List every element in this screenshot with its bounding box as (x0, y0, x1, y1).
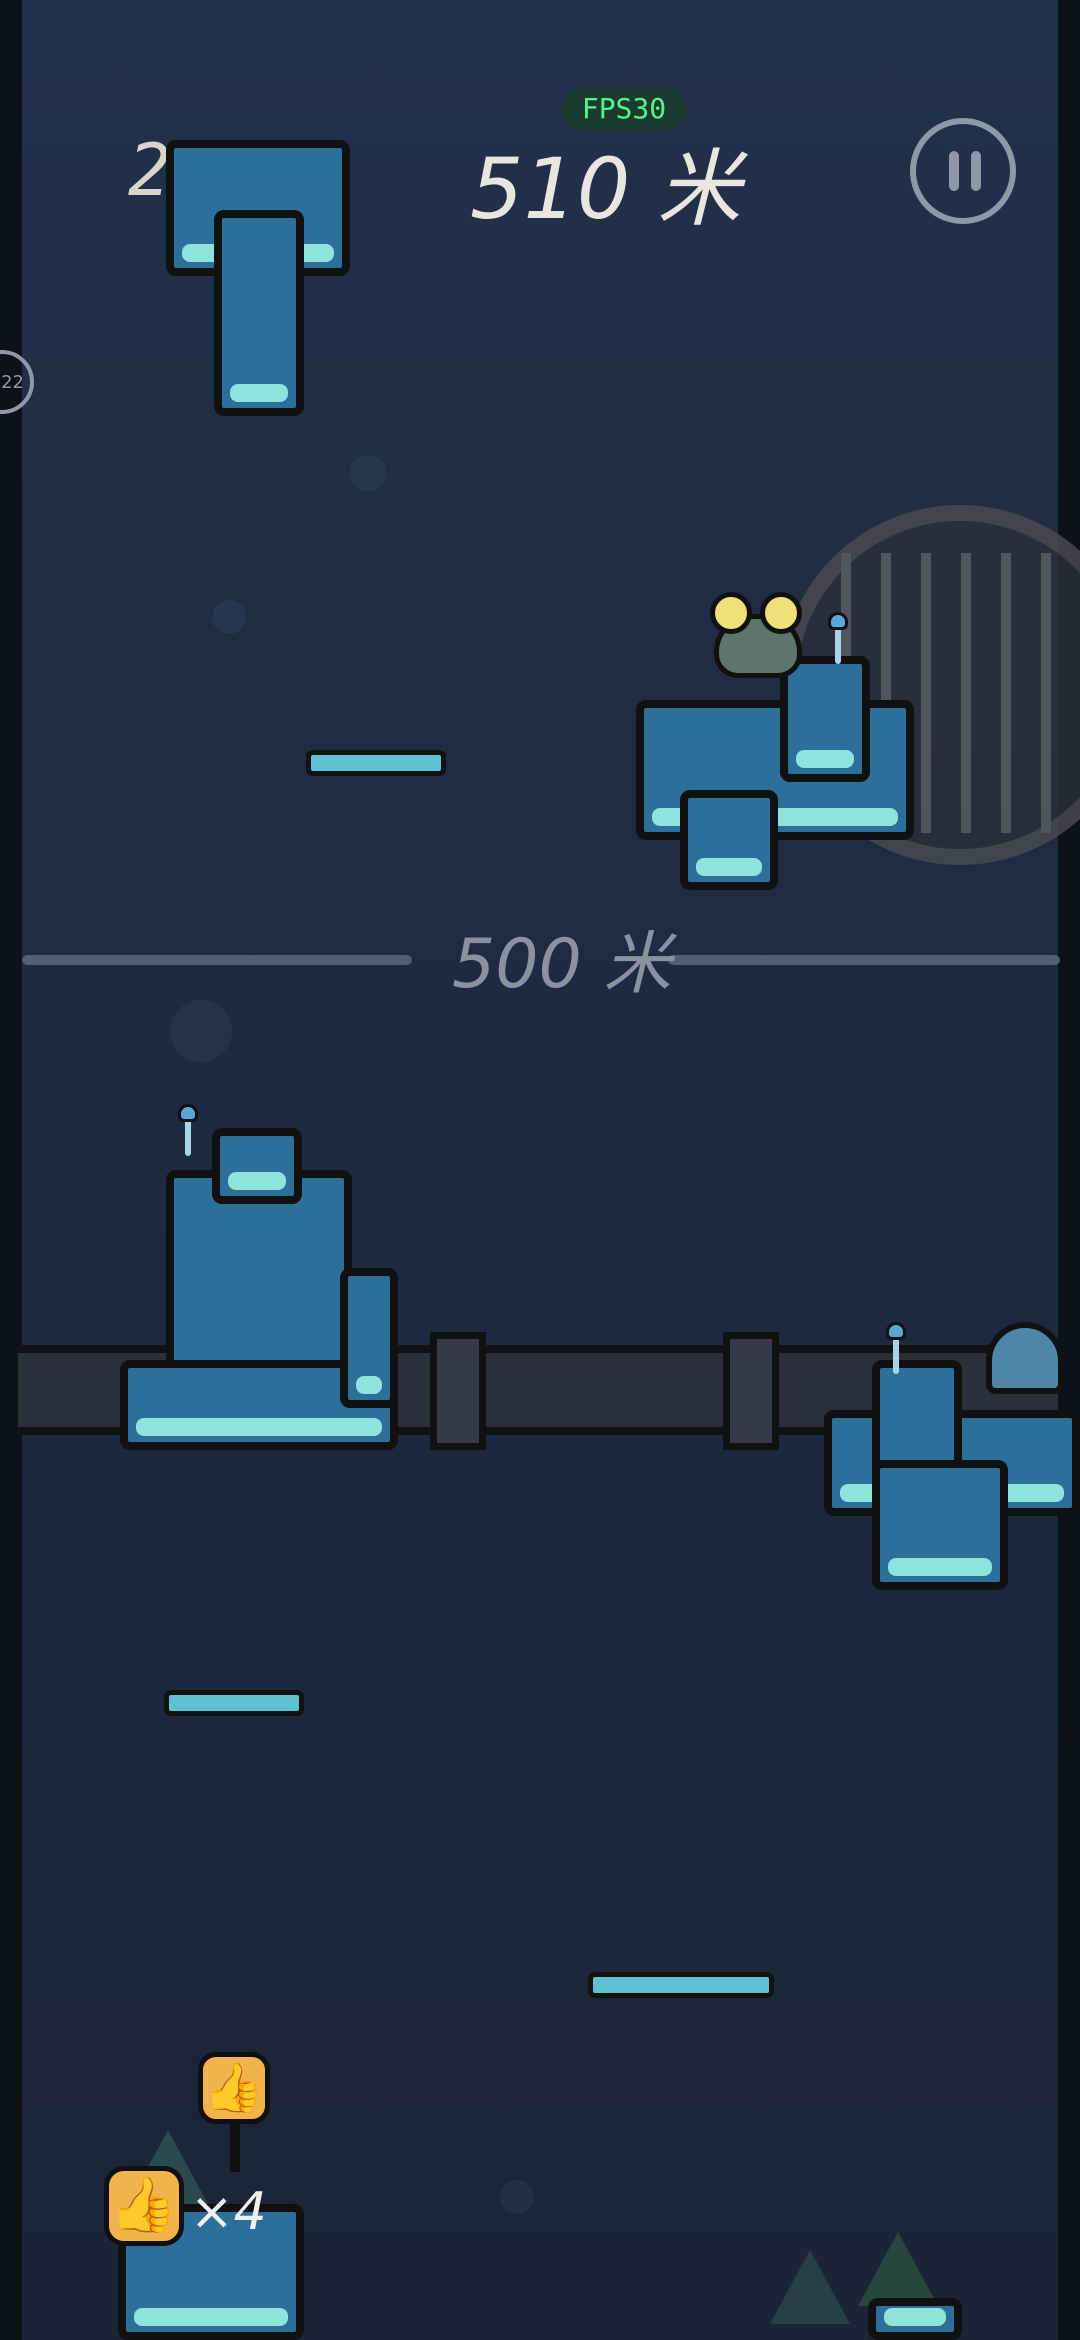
game-stage[interactable]: 26:15 FPS30 510 米 22 500 米 (0, 0, 1080, 2340)
grate-rod (1041, 553, 1051, 833)
distance-meter: 510 米 (470, 140, 742, 238)
milestone-line (668, 955, 1060, 965)
ice-block-platform (340, 1268, 398, 1408)
milestone-label: 500 米 (452, 925, 672, 1004)
pause-icon (971, 151, 981, 191)
thin-ledge (164, 1690, 304, 1716)
leafy-plant (770, 2250, 850, 2324)
background-bubble (350, 455, 386, 491)
thumbs-up-icon[interactable]: 👍 (198, 2052, 270, 2124)
shell-creature (986, 1322, 1064, 1394)
milestone-line (22, 955, 412, 965)
monster-eye (760, 592, 802, 634)
mushroom-cap (178, 1104, 198, 1122)
glowing-mushroom (886, 1322, 906, 1374)
mushroom-cap (886, 1322, 906, 1340)
background-bubble (170, 1000, 232, 1062)
side-badge[interactable]: 22 (0, 350, 34, 414)
ice-block-platform (868, 2298, 962, 2340)
glowing-mushroom (828, 612, 848, 664)
mushroom-stem (835, 626, 841, 664)
ice-block-platform (214, 210, 304, 416)
mushroom-stem (185, 1118, 191, 1156)
ice-block-platform (212, 1128, 302, 1204)
grate-rod (961, 553, 971, 833)
powerup-stand (230, 2118, 240, 2172)
mushroom-cap (828, 612, 848, 630)
powerup-count: ×4 (190, 2182, 267, 2242)
background-bubble (500, 2180, 534, 2214)
pipe-ring (723, 1332, 779, 1450)
ice-block-platform (680, 790, 778, 890)
pipe-ring (430, 1332, 486, 1450)
thin-ledge (306, 750, 446, 776)
glowing-mushroom (178, 1104, 198, 1156)
pause-icon (949, 151, 959, 191)
grate-rod (921, 553, 931, 833)
grate-rod (1001, 553, 1011, 833)
pause-button[interactable] (910, 118, 1016, 224)
right-frame-edge (1058, 0, 1080, 2340)
ice-block-platform (872, 1460, 1008, 1590)
monster-eye (710, 592, 752, 634)
background-bubble (212, 600, 246, 634)
leafy-plant (858, 2232, 938, 2306)
thin-ledge (588, 1972, 774, 1998)
sewer-monster (686, 582, 840, 698)
thumbs-up-icon[interactable]: 👍 (104, 2166, 184, 2246)
mushroom-stem (893, 1336, 899, 1374)
